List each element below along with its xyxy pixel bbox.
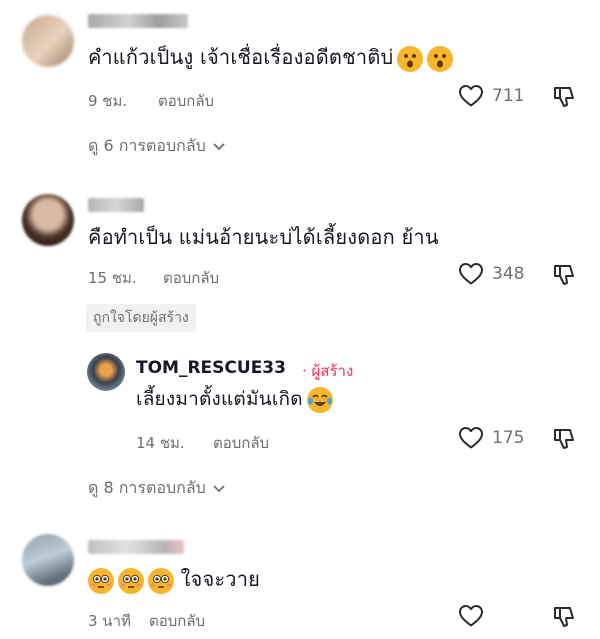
flushed-face-icon — [88, 567, 114, 594]
view-replies-label: ดู 8 การตอบกลับ — [88, 478, 206, 497]
avatar[interactable] — [22, 15, 74, 67]
creator-reply: TOM_RESCUE33 · ผู้สร้าง เลี้ยงมาตั้งแต่ม… — [0, 350, 600, 460]
comment-text-body: คือทำเป็น แม่นอ้ายนะบ่ได้เลี้ยงดอก ย้าน — [88, 225, 439, 249]
heart-icon — [459, 427, 483, 449]
like-button[interactable]: 175 — [458, 426, 524, 450]
creator-avatar[interactable] — [87, 353, 125, 391]
flushed-face-icon — [148, 567, 174, 594]
heart-icon — [459, 605, 483, 627]
face-with-tears-of-joy-icon — [306, 386, 333, 413]
like-count: 175 — [492, 428, 525, 448]
like-button[interactable] — [458, 604, 492, 628]
reply-button[interactable]: ตอบกลับ — [149, 609, 205, 633]
creator-username[interactable]: TOM_RESCUE33 — [136, 358, 286, 378]
avatar[interactable] — [22, 194, 74, 246]
comment-timestamp: 3 นาที — [88, 612, 131, 630]
flushed-face-icon — [118, 567, 144, 594]
comment-text: ใจจะวาย — [88, 566, 260, 594]
dislike-icon[interactable] — [552, 263, 576, 287]
face-with-open-mouth-icon — [427, 45, 454, 72]
reply-button[interactable]: ตอบกลับ — [158, 89, 214, 113]
view-replies-button[interactable]: ดู 8 การตอบกลับ — [88, 476, 226, 501]
like-button[interactable]: 711 — [458, 84, 524, 108]
reply-timestamp: 14 ชม. — [136, 434, 185, 452]
dislike-icon[interactable] — [552, 605, 576, 629]
chevron-down-icon — [213, 142, 225, 150]
reply-text-body: เลี้ยงมาตั้งแต่มันเกิด — [136, 388, 303, 410]
like-button[interactable]: 348 — [458, 262, 524, 286]
comment-timestamp: 9 ชม. — [88, 92, 128, 110]
comment-item: คำแก้วเป็นงู เจ้าเชื่อเรื่องอดีตชาติบ่ 9… — [0, 0, 600, 170]
comment-text: คือทำเป็น แม่นอ้ายนะบ่ได้เลี้ยงดอก ย้าน — [88, 224, 439, 250]
creator-label: · ผู้สร้าง — [302, 362, 354, 380]
view-replies-button[interactable]: ดู 6 การตอบกลับ — [88, 134, 226, 159]
like-count: 711 — [492, 86, 525, 106]
comment-text-body: ใจจะวาย — [180, 567, 261, 591]
liked-by-creator-badge: ถูกใจโดยผู้สร้าง — [86, 304, 196, 332]
avatar[interactable] — [22, 534, 74, 586]
heart-icon — [459, 85, 483, 107]
reply-button[interactable]: ตอบกลับ — [163, 266, 219, 290]
username-blurred[interactable] — [88, 14, 188, 28]
heart-icon — [459, 263, 483, 285]
reply-button[interactable]: ตอบกลับ — [213, 431, 269, 455]
username-blurred[interactable] — [88, 198, 144, 212]
dislike-icon[interactable] — [552, 85, 576, 109]
like-count: 348 — [492, 264, 525, 284]
dislike-icon[interactable] — [552, 427, 576, 451]
view-replies-label: ดู 6 การตอบกลับ — [88, 136, 206, 155]
comment-text: คำแก้วเป็นงู เจ้าเชื่อเรื่องอดีตชาติบ่ — [88, 44, 454, 72]
face-with-open-mouth-icon — [397, 45, 424, 72]
comment-item: ใจจะวาย 3 นาที ตอบกลับ — [0, 520, 600, 639]
comment-timestamp: 15 ชม. — [88, 269, 137, 287]
reply-text: เลี้ยงมาตั้งแต่มันเกิด — [136, 386, 333, 413]
chevron-down-icon — [213, 484, 225, 492]
comment-text-body: คำแก้วเป็นงู เจ้าเชื่อเรื่องอดีตชาติบ่ — [88, 45, 394, 69]
comment-item: คือทำเป็น แม่นอ้ายนะบ่ได้เลี้ยงดอก ย้าน … — [0, 180, 600, 510]
username-blurred[interactable] — [88, 540, 184, 554]
